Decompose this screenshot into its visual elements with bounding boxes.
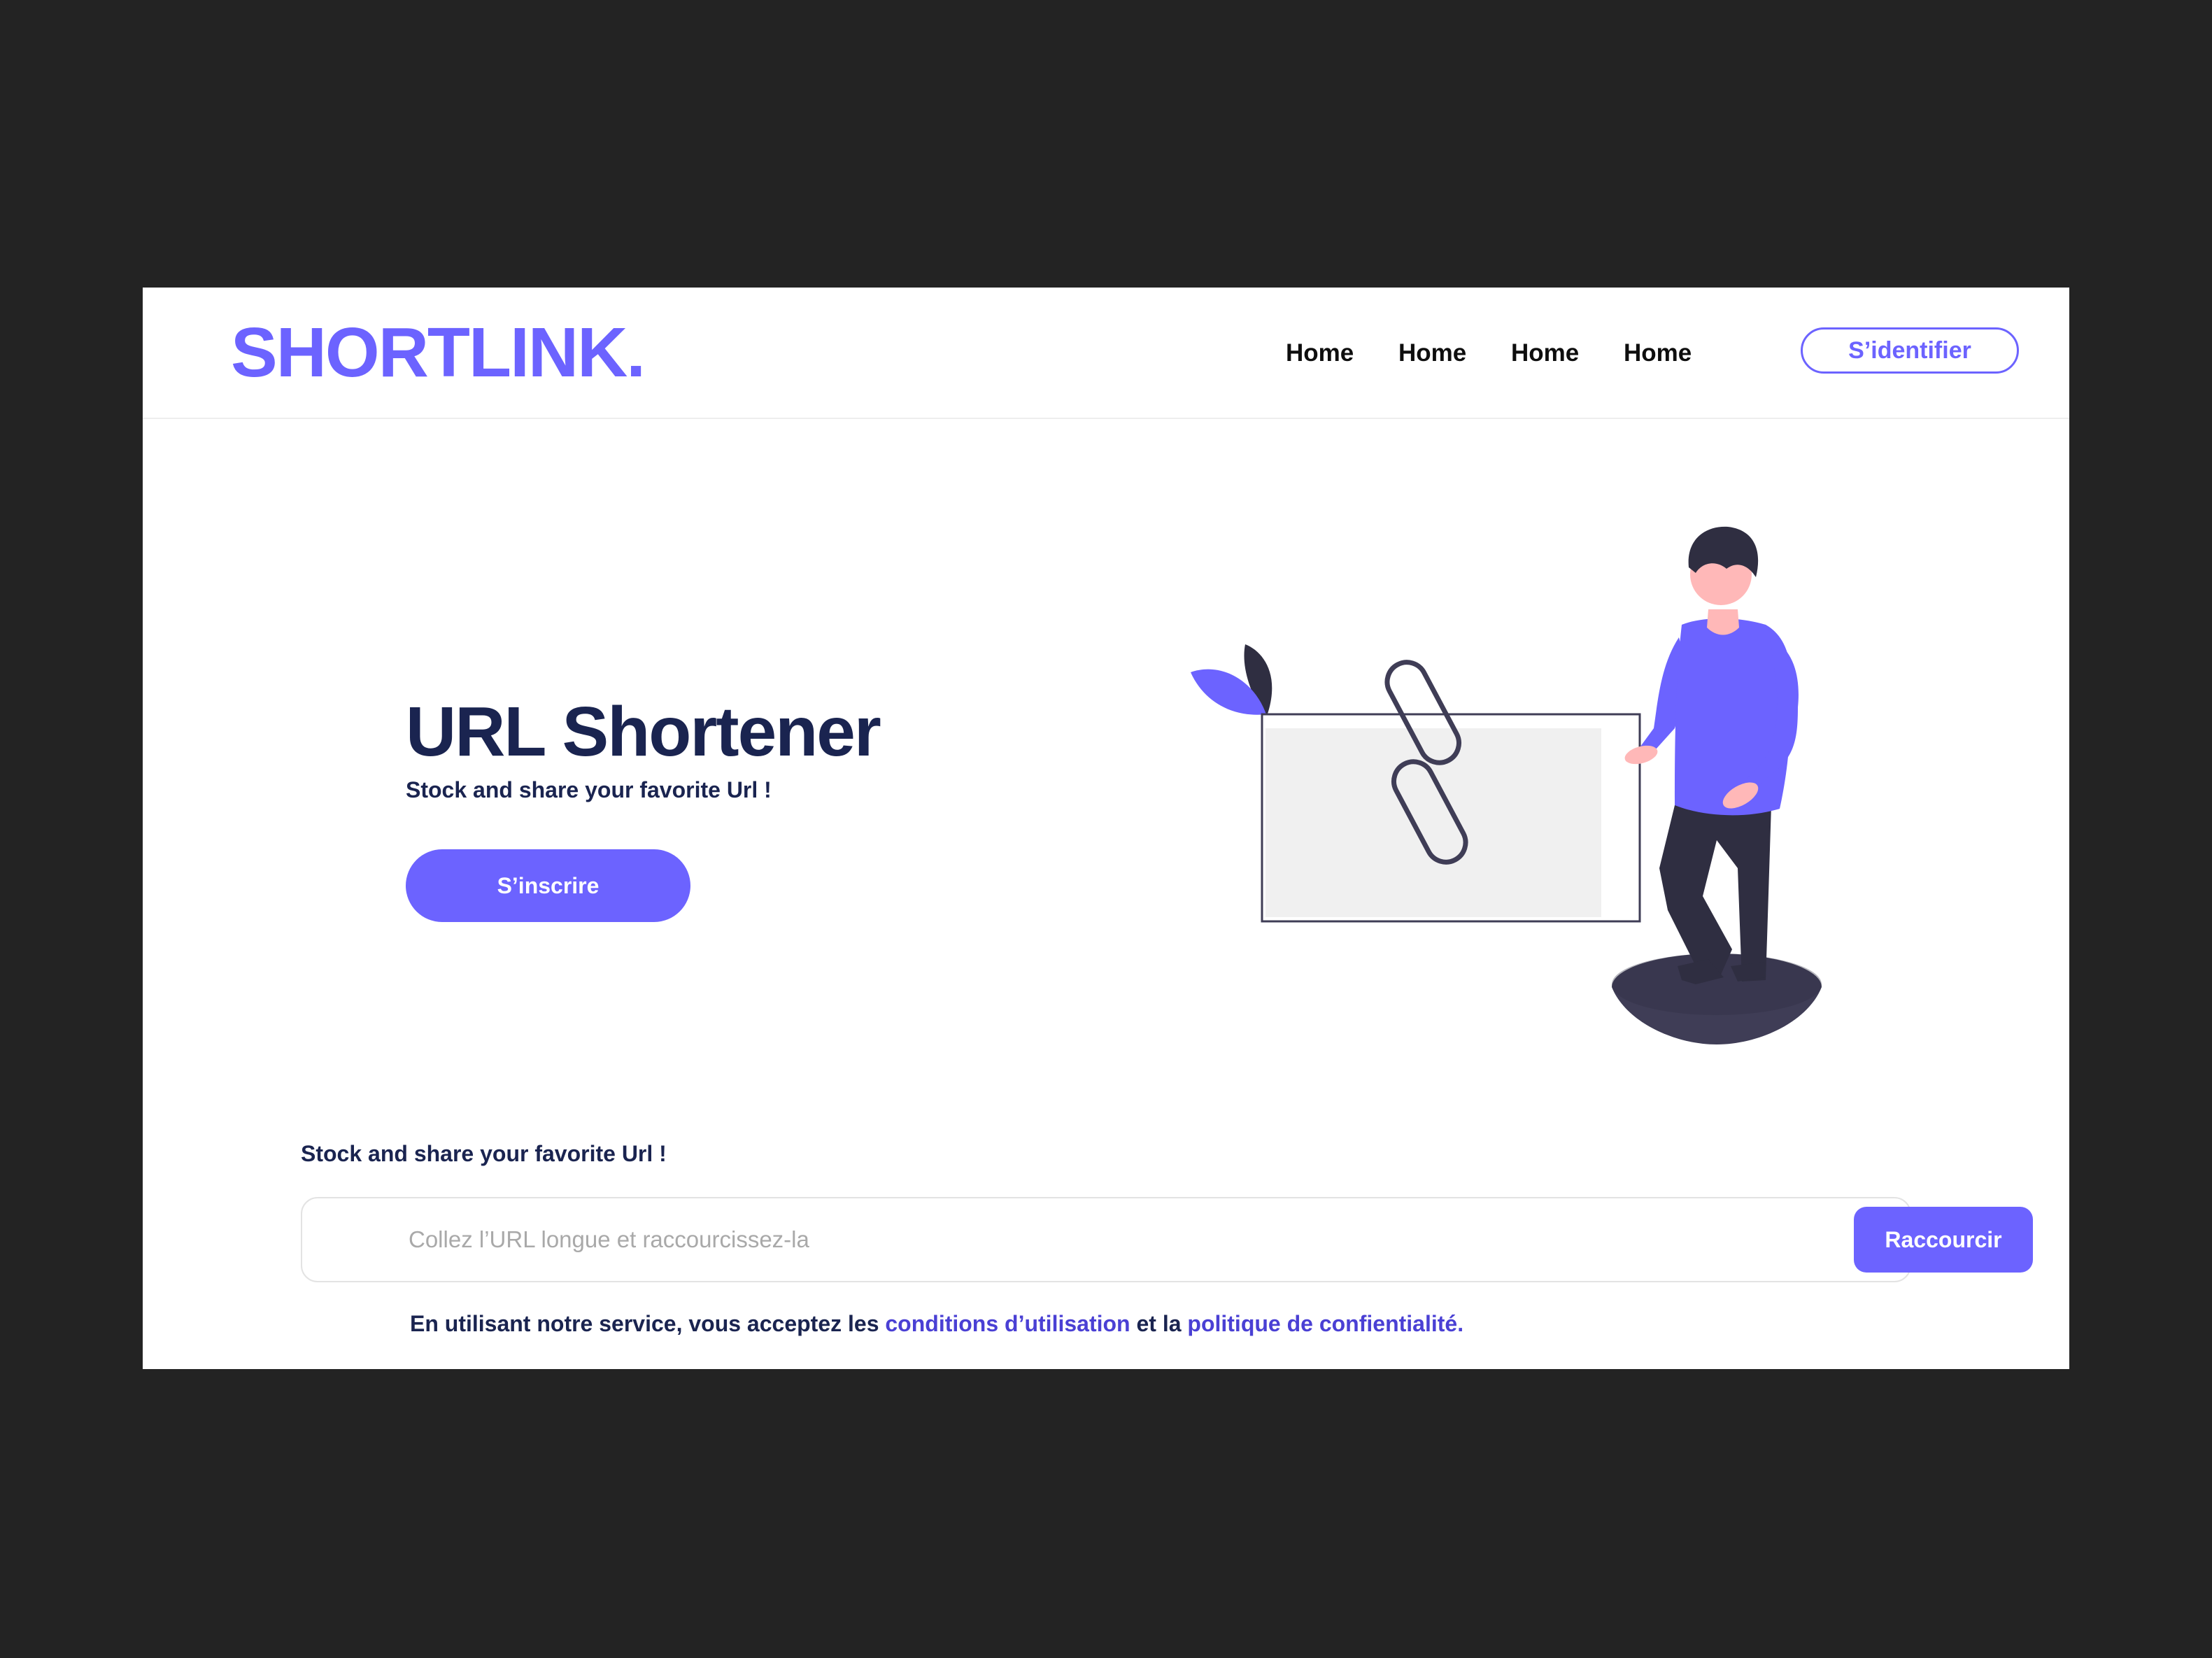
nav-link-home-4[interactable]: Home [1624,338,1692,369]
privacy-policy-link[interactable]: politique de confientialité. [1187,1311,1463,1336]
nav-link-home-3[interactable]: Home [1511,338,1579,369]
login-button[interactable]: S’identifier [1801,327,2019,374]
shorten-button[interactable]: Raccourcir [1854,1207,2033,1273]
signup-button[interactable]: S’inscrire [406,849,690,922]
brand-logo[interactable]: SHORTLINK. [231,314,646,391]
screen-frame [1261,713,1641,923]
nav-link-home-2[interactable]: Home [1398,338,1466,369]
landing-page: SHORTLINK. Home Home Home Home S’identif… [143,288,2069,1369]
terms-middle: et la [1130,1311,1188,1336]
leaf-decoration [1191,644,1272,718]
terms-notice: En utilisant notre service, vous accepte… [410,1310,1463,1338]
hero-illustration [1191,526,1822,1044]
hero-title: URL Shortener [406,693,881,771]
url-form: Raccourcir [301,1197,2033,1282]
shortener-label: Stock and share your favorite Url ! [301,1141,667,1166]
person-figure [1624,526,1799,984]
url-input[interactable] [409,1218,1654,1261]
terms-prefix: En utilisant notre service, vous accepte… [410,1311,886,1336]
hero-subtitle: Stock and share your favorite Url ! [406,777,772,802]
top-navbar: SHORTLINK. Home Home Home Home S’identif… [143,288,2069,419]
nav-link-home-1[interactable]: Home [1286,338,1354,369]
terms-of-use-link[interactable]: conditions d’utilisation [885,1311,1130,1336]
